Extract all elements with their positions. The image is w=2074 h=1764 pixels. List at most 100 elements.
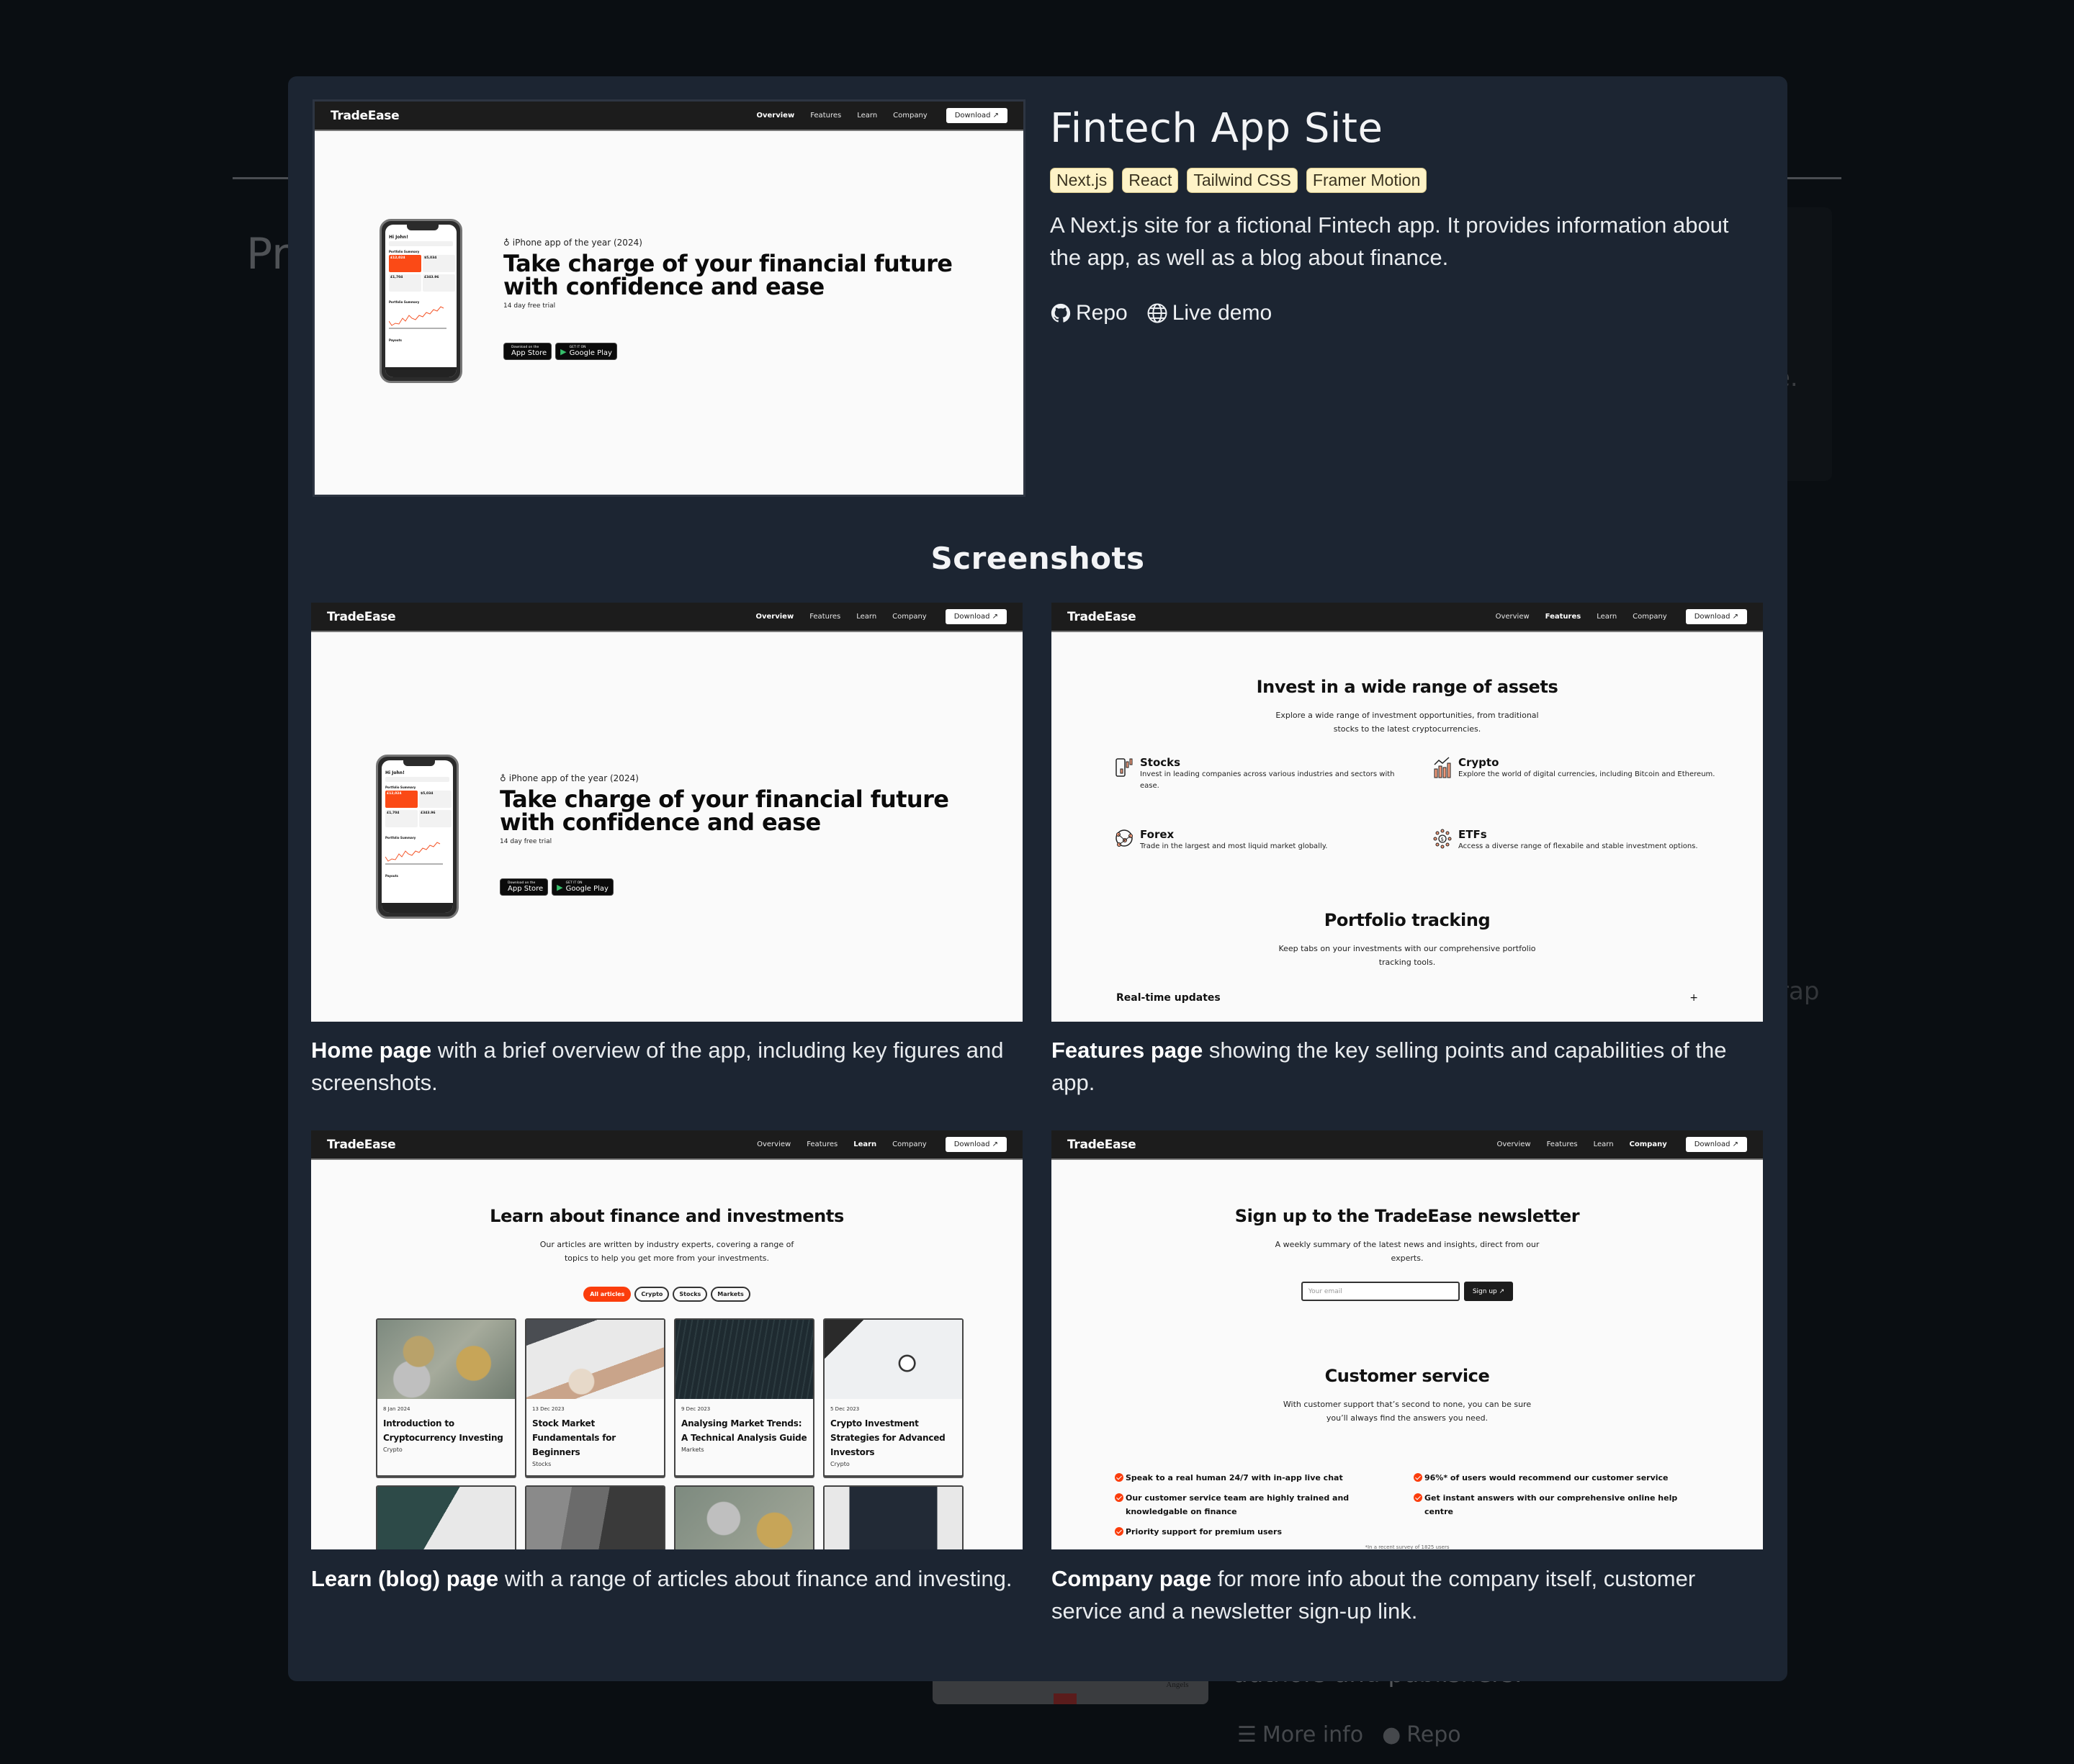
app-store-badge: Download on the App Store — [503, 343, 552, 360]
customer-service-heading: Customer service — [1324, 1366, 1490, 1386]
article-card — [376, 1485, 516, 1549]
article-image — [526, 1487, 664, 1549]
project-info: Fintech App Site Next.js React Tailwind … — [1050, 105, 1763, 325]
nav-learn: Learn — [857, 112, 878, 120]
hero-title-line: with confidence and ease — [500, 809, 821, 836]
tech-tag: Next.js — [1050, 168, 1114, 193]
article-image — [526, 1320, 664, 1399]
phone-tile: £343.96 — [423, 274, 455, 292]
project-title: Fintech App Site — [1050, 105, 1383, 152]
article-card: 13 Dec 2023 Stock Market Fundamentals for… — [525, 1318, 665, 1477]
phone-section-title: Portfolio Summary — [385, 836, 416, 840]
globe-icon — [1147, 303, 1167, 323]
site-logo: TradeEase — [1067, 1137, 1136, 1152]
portfolio-intro: Keep tabs on your investments with our c… — [1278, 944, 1536, 967]
google-play-badge: ▶ GET IT ON Google Play — [552, 878, 614, 896]
article-image — [825, 1487, 962, 1549]
network-globe-icon — [1115, 829, 1133, 847]
award-text: iPhone app of the year (2024) — [508, 773, 639, 783]
newsletter-intro: A weekly summary of the latest news and … — [1275, 1240, 1540, 1263]
more-info-link[interactable]: ☰ More info — [1237, 1722, 1363, 1747]
live-demo-link[interactable]: Live demo — [1146, 301, 1272, 325]
service-point: Our customer service team are highly tra… — [1115, 1491, 1414, 1518]
screenshot-features[interactable]: TradeEase Overview Features Learn Compan… — [1051, 603, 1763, 1022]
screenshot-company[interactable]: TradeEase Overview Features Learn Compan… — [1051, 1130, 1763, 1549]
project-links: Repo Live demo — [1050, 301, 1763, 325]
phone-tile: £1,704 — [385, 810, 418, 827]
list-icon: ☰ — [1237, 1722, 1257, 1747]
caption-features: Features page showing the key selling po… — [1051, 1038, 1727, 1095]
nav-company: Company — [1629, 1140, 1667, 1148]
dollar-network-icon: $ — [1433, 829, 1452, 849]
signup-button: Sign up ↗ — [1463, 1282, 1514, 1301]
site-logo: TradeEase — [327, 1137, 396, 1152]
download-button: Download ↗ — [945, 609, 1007, 624]
newsletter-heading: Sign up to the TradeEase newsletter — [1234, 1206, 1580, 1226]
trial-text: 14 day free trial — [500, 838, 552, 845]
nav-overview: Overview — [756, 112, 795, 120]
section-heading: Pr — [246, 229, 289, 279]
site-logo: TradeEase — [1067, 609, 1136, 624]
plus-icon: + — [1689, 992, 1698, 1004]
company-page-body: Sign up to the TradeEase newsletter A we… — [1051, 1160, 1763, 1549]
award-icon: ♁ — [503, 238, 510, 248]
tech-tags: Next.js React Tailwind CSS Framer Motion — [1050, 168, 1763, 193]
filter-crypto: Crypto — [634, 1287, 670, 1302]
nav-learn: Learn — [1597, 613, 1617, 621]
learn-heading: Learn about finance and investments — [490, 1206, 844, 1226]
nav-company: Company — [892, 613, 927, 621]
customer-service-intro: With customer support that’s second to n… — [1283, 1400, 1532, 1423]
phone-tile: £12,024 — [389, 255, 421, 272]
email-field: Your email — [1301, 1282, 1460, 1301]
service-point: 96%* of users would recommend our custom… — [1414, 1471, 1705, 1485]
nav-overview: Overview — [1495, 613, 1530, 621]
feature-etfs: $ ETFs Access a diverse range of flexabil… — [1433, 828, 1721, 852]
article-card — [823, 1485, 964, 1549]
hero-screenshot: TradeEase Overview Features Learn Compan… — [313, 99, 1025, 497]
learn-intro: Our articles are written by industry exp… — [539, 1240, 794, 1263]
caption-learn: Learn (blog) page with a range of articl… — [311, 1566, 1013, 1591]
nav-overview: Overview — [1496, 1140, 1531, 1148]
download-button: Download ↗ — [1685, 609, 1747, 624]
nav-features: Features — [810, 112, 842, 120]
nav-learn: Learn — [1593, 1140, 1614, 1148]
screenshot-home[interactable]: TradeEase Overview Features Learn Compan… — [311, 603, 1023, 1022]
hero-copy: ♁ iPhone app of the year (2024) Take char… — [503, 238, 953, 360]
site-navbar: TradeEase Overview Features Learn Compan… — [1051, 1130, 1763, 1160]
caption-company: Company page for more info about the com… — [1051, 1566, 1696, 1624]
download-button: Download ↗ — [946, 108, 1007, 123]
github-icon: ● — [1382, 1722, 1401, 1747]
article-grid: 8 Jan 2024 Introduction to Cryptocurrency… — [376, 1318, 965, 1549]
hero-copy: ♁ iPhone app of the year (2024) Take char… — [500, 773, 949, 896]
google-play-badge: ▶ GET IT ON Google Play — [555, 343, 617, 360]
nav-features: Features — [809, 613, 841, 621]
feature-forex: Forex Trade in the largest and most liqui… — [1115, 828, 1403, 852]
learn-page-body: Learn about finance and investments Our … — [311, 1160, 1023, 1549]
phone-tile: £1,704 — [389, 274, 421, 292]
article-card: 5 Dec 2023 Crypto Investment Strategies f… — [823, 1318, 964, 1477]
nav-company: Company — [893, 112, 928, 120]
nav-company: Company — [1633, 613, 1667, 621]
trial-text: 14 day free trial — [503, 302, 556, 310]
repo-link[interactable]: ● Repo — [1382, 1722, 1461, 1747]
filter-stocks: Stocks — [673, 1287, 708, 1302]
home-page-body: Hi John! Portfolio Summary £12,024 $5,03… — [311, 632, 1023, 1022]
screenshot-learn[interactable]: TradeEase Overview Features Learn Compan… — [311, 1130, 1023, 1549]
nav-overview: Overview — [755, 613, 794, 621]
newsletter-form: Your email Sign up ↗ — [1051, 1282, 1763, 1301]
repo-link[interactable]: Repo — [1050, 301, 1128, 325]
nav-features: Features — [1546, 1140, 1578, 1148]
site-navbar: TradeEase Overview Features Learn Compan… — [311, 603, 1023, 632]
hero-title-line: with confidence and ease — [503, 273, 825, 300]
phone-section-title: Portfolio Summary — [389, 250, 420, 253]
phone-section-title: Portfolio Summary — [389, 300, 420, 304]
award-text: iPhone app of the year (2024) — [512, 238, 642, 248]
survey-footnote: *In a recent survey of 1825 users — [1365, 1544, 1450, 1549]
features-page-body: Invest in a wide range of assets Explore… — [1051, 632, 1763, 1022]
phone-section-title: Portfolio Summary — [385, 786, 416, 789]
site-navbar: TradeEase Overview Features Learn Compan… — [315, 102, 1023, 131]
site-navbar: TradeEase Overview Features Learn Compan… — [311, 1130, 1023, 1160]
nav-learn: Learn — [856, 613, 877, 621]
github-icon — [1051, 303, 1071, 323]
project-modal: TradeEase Overview Features Learn Compan… — [288, 76, 1787, 1681]
